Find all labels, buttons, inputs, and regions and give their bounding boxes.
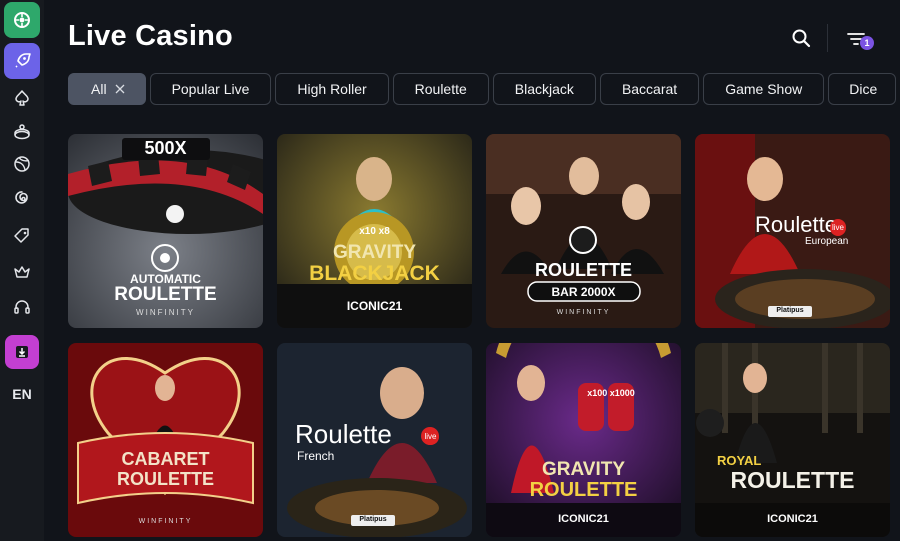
sidebar-item-boost[interactable] bbox=[4, 43, 40, 79]
logo-button[interactable] bbox=[4, 2, 40, 38]
filter-chip-game-show[interactable]: Game Show bbox=[703, 73, 825, 105]
spade-icon bbox=[15, 90, 29, 106]
game-title-line2: ROULETTE bbox=[117, 469, 214, 489]
download-app-button[interactable] bbox=[5, 335, 39, 369]
live-badge: live bbox=[830, 220, 846, 236]
sidebar-item-sports[interactable] bbox=[4, 146, 40, 182]
headset-icon bbox=[14, 300, 30, 314]
game-card[interactable]: Roulette live French Platipus bbox=[277, 343, 472, 537]
game-title-line2: BAR 2000X bbox=[551, 285, 616, 299]
sidebar-item-promotions[interactable] bbox=[4, 218, 40, 254]
sidebar-item-slots[interactable] bbox=[4, 114, 40, 150]
game-title-line1: GRAVITY bbox=[332, 242, 417, 263]
filter-chip-blackjack[interactable]: Blackjack bbox=[492, 73, 596, 105]
game-provider: WINFINITY bbox=[136, 308, 195, 317]
game-title-line1: CABARET bbox=[121, 449, 210, 469]
language-selector[interactable]: EN bbox=[0, 386, 44, 402]
filter-chip-baccarat[interactable]: Baccarat bbox=[599, 73, 700, 105]
sidebar-item-support[interactable] bbox=[4, 289, 40, 325]
game-title-line2: ROULETTE bbox=[114, 284, 217, 305]
sidebar-item-originals[interactable] bbox=[4, 181, 40, 217]
game-card[interactable]: ROULETTE BAR 2000X WINFINITY bbox=[486, 134, 681, 328]
category-filters: All Popular Live High Roller Roulette Bl… bbox=[68, 73, 897, 105]
game-provider: ICONIC21 bbox=[767, 513, 818, 525]
game-title-line2: French bbox=[297, 449, 335, 463]
game-badge-text: x100 x1000 bbox=[587, 388, 635, 398]
sidebar-item-vip[interactable] bbox=[4, 254, 40, 290]
download-icon bbox=[16, 346, 28, 358]
game-title-line2: European bbox=[805, 236, 849, 247]
main-content: Live Casino 1 All Popular Live High Roll… bbox=[44, 0, 900, 541]
game-provider: Platipus bbox=[359, 516, 387, 523]
tag-icon bbox=[14, 228, 29, 243]
game-badge-text: 500X bbox=[144, 138, 187, 158]
game-card[interactable]: CABARET ROULETTE WINFINITY bbox=[68, 343, 263, 537]
sports-ball-icon bbox=[14, 156, 30, 172]
game-card[interactable]: 500X AUTOMATIC ROULETTE WINFINITY bbox=[68, 134, 263, 328]
game-provider: Platipus bbox=[776, 307, 804, 314]
game-title-line1: Roulette bbox=[295, 419, 392, 449]
game-card[interactable]: ROYAL ROULETTE ICONIC21 bbox=[695, 343, 890, 537]
game-provider: ICONIC21 bbox=[558, 513, 609, 525]
game-card[interactable]: Roulette live European Platipus bbox=[695, 134, 890, 328]
game-title-line1: ROULETTE bbox=[535, 260, 632, 280]
game-provider: WINFINITY bbox=[556, 309, 611, 316]
close-icon[interactable] bbox=[115, 81, 125, 97]
filter-chip-dice[interactable]: Dice bbox=[828, 73, 897, 105]
crown-icon bbox=[14, 266, 30, 278]
game-title-line2: ROULETTE bbox=[730, 467, 855, 493]
filter-chip-popular-live[interactable]: Popular Live bbox=[149, 73, 272, 105]
game-title-line2: ROULETTE bbox=[529, 479, 638, 501]
game-title-line1: GRAVITY bbox=[541, 459, 626, 480]
app: EN Live Casino 1 All Popular Live High R… bbox=[0, 0, 900, 541]
sidebar: EN bbox=[0, 0, 44, 541]
game-provider: WINFINITY bbox=[138, 518, 193, 525]
page-title: Live Casino bbox=[68, 20, 233, 52]
filter-chip-roulette[interactable]: Roulette bbox=[392, 73, 489, 105]
filter-chip-high-roller[interactable]: High Roller bbox=[275, 73, 389, 105]
header-divider bbox=[827, 24, 828, 52]
filter-chip-label: All bbox=[91, 81, 107, 97]
spiral-icon bbox=[15, 191, 28, 204]
game-title-line1: ROYAL bbox=[717, 453, 762, 468]
search-icon bbox=[792, 29, 811, 48]
game-thumbnail bbox=[486, 343, 681, 537]
game-provider: ICONIC21 bbox=[346, 299, 403, 313]
logo-icon bbox=[14, 12, 30, 28]
game-thumbnail bbox=[68, 343, 263, 537]
filter-chip-all[interactable]: All bbox=[68, 73, 146, 105]
game-badge-text: x10 x8 bbox=[359, 226, 390, 237]
game-title-line1: Roulette bbox=[755, 212, 837, 237]
filter-count-badge: 1 bbox=[860, 36, 874, 50]
game-card[interactable]: x10 x8 GRAVITY BLACKJACK ICONIC21 bbox=[277, 134, 472, 328]
game-card[interactable]: x100 x1000 GRAVITY ROULETTE ICONIC21 bbox=[486, 343, 681, 537]
live-badge: live bbox=[422, 429, 439, 445]
search-button[interactable] bbox=[789, 26, 813, 50]
game-thumbnail bbox=[695, 343, 890, 537]
filter-button[interactable]: 1 bbox=[844, 28, 874, 50]
game-title-line2: BLACKJACK bbox=[309, 262, 440, 285]
slot-machine-icon bbox=[14, 124, 30, 140]
sidebar-item-casino[interactable] bbox=[4, 80, 40, 116]
rocket-icon bbox=[15, 53, 31, 68]
